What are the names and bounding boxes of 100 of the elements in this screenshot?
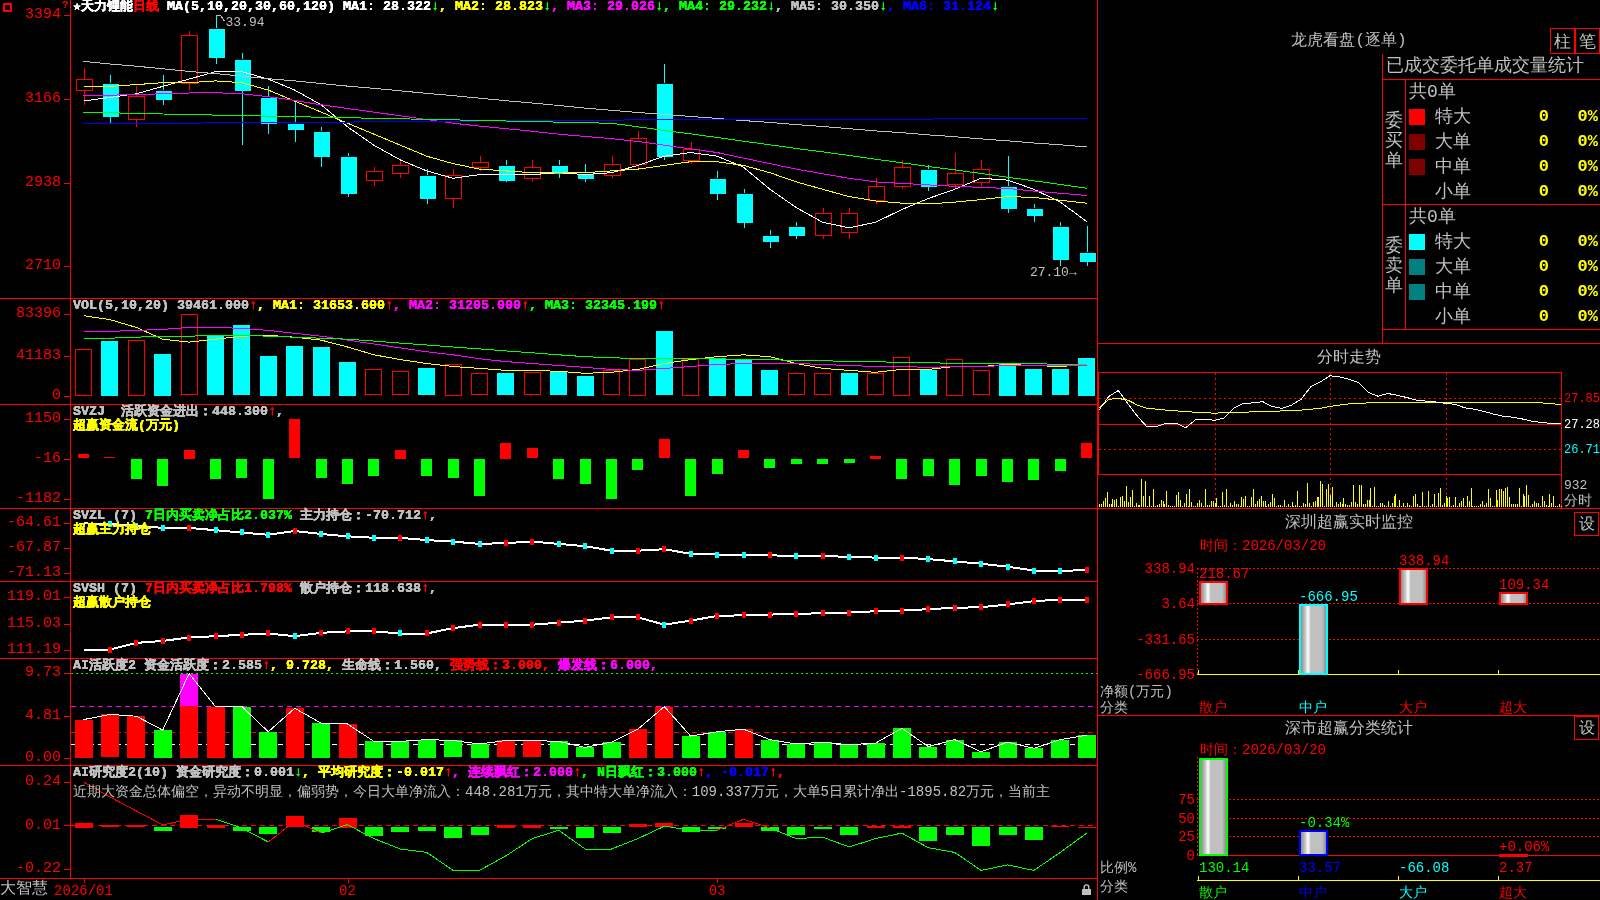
candlestick [128, 85, 145, 128]
order-type: 特大 [1435, 231, 1471, 252]
category-label: 大户 [1399, 885, 1427, 900]
order-percent: 0% [1577, 256, 1598, 277]
candlestick [630, 130, 647, 170]
candlestick [472, 155, 489, 172]
candlestick [524, 159, 541, 183]
order-total: 共0单 [1409, 207, 1456, 227]
candlestick [577, 163, 594, 183]
order-percent: 0% [1577, 231, 1598, 252]
order-count: 0 [1538, 306, 1549, 327]
value-label: 109.34 [1499, 577, 1550, 594]
indicator-legend: 超赢资金流(万元) [73, 419, 180, 433]
leader-line [216, 14, 225, 22]
axis-label: 41183 [16, 347, 61, 364]
change-label: +0.06% [1499, 838, 1550, 855]
axis-label: -64.61 [7, 515, 61, 532]
candlestick [709, 170, 726, 201]
candlestick [920, 164, 937, 192]
indicator-legend: AI活跃度2 资金活跃度：2.585↑, 9.728, 生命线：1.560, 强势线：3.000, 爆发线：6.000, [73, 659, 658, 673]
axis-label: 0.01 [25, 817, 61, 834]
order-type: 小单 [1435, 306, 1471, 327]
mode-button[interactable]: 笔 [1575, 28, 1600, 54]
axis-label: -67.87 [7, 540, 61, 557]
time-label: 时间：2026/03/20 [1200, 538, 1326, 554]
category-label: 超大 [1499, 885, 1527, 900]
table-title: 已成交委托单成交量统计 [1386, 56, 1584, 76]
candlestick [76, 67, 93, 106]
axis-label: 75 [1178, 792, 1195, 808]
order-count: 0 [1538, 156, 1549, 177]
candlestick [260, 85, 277, 135]
amount-label: 2.37 [1499, 860, 1533, 876]
analysis-text: 近期大资金总体偏空，异动不明显，偏弱势，今日大单净流入：448.281万元，其中特大单净流入：109.337万元，大单5日累计净出-1895.82万元，当前主 [73, 784, 1051, 800]
amount-label: 33.57 [1299, 860, 1341, 876]
question-mark: ? [62, 0, 69, 11]
amount-label: -66.08 [1399, 860, 1450, 876]
candlestick [762, 229, 779, 249]
candlestick [1079, 225, 1096, 267]
candlestick [683, 141, 700, 165]
candlestick [498, 159, 515, 183]
axis-caption: 分时 [1564, 493, 1592, 508]
candlestick [947, 152, 964, 190]
candlestick [551, 159, 568, 179]
order-count: 0 [1538, 181, 1549, 202]
panel-title: 深圳超赢实时监控 [1285, 513, 1413, 533]
lock-icon [1082, 884, 1091, 895]
candlestick [392, 159, 409, 179]
change-label: -0.34% [1299, 814, 1350, 831]
candlestick [287, 100, 304, 143]
axis-label: 83396 [16, 306, 61, 323]
candlestick [841, 207, 858, 240]
value-label: 338.94 [1399, 553, 1450, 569]
axis-label: -16 [34, 451, 61, 468]
axis-label: 0 [52, 387, 61, 404]
axis-label: 4.81 [25, 708, 61, 725]
settings-button[interactable]: 设 [1574, 512, 1599, 536]
axis-label: 932 [1564, 478, 1588, 493]
axis-label: 26.71 [1564, 443, 1600, 458]
axis-label: 3394 [25, 7, 61, 24]
axis-label: -0.22 [16, 861, 61, 878]
axis-label: 1150 [25, 411, 61, 428]
candlestick [788, 221, 805, 240]
candlestick [445, 168, 462, 209]
group-label: 委卖单 [1385, 237, 1403, 297]
order-count: 0 [1538, 281, 1549, 302]
axis-label: 2710 [25, 258, 61, 275]
order-type: 中单 [1435, 281, 1471, 302]
axis-label: 111.19 [7, 641, 61, 658]
order-percent: 0% [1577, 156, 1598, 177]
axis-title: 分类 [1100, 879, 1128, 895]
mode-button[interactable]: 柱 [1550, 28, 1575, 54]
settings-button[interactable]: 设 [1574, 716, 1599, 740]
axis-label: 115.03 [7, 615, 61, 632]
category-label: 散户 [1199, 885, 1227, 900]
group-label: 委买单 [1385, 112, 1403, 172]
axis-label: 27.85 [1564, 392, 1600, 407]
candlestick [1052, 221, 1069, 267]
order-percent: 0% [1577, 131, 1598, 152]
candlestick [366, 166, 383, 187]
date-label: 02 [339, 883, 356, 899]
order-percent: 0% [1577, 306, 1598, 327]
candlestick [736, 188, 753, 229]
order-type: 大单 [1435, 256, 1471, 277]
order-count: 0 [1538, 131, 1549, 152]
axis-label: 119.01 [7, 589, 61, 605]
panel-title: 深市超赢分类统计 [1285, 719, 1413, 739]
candlestick [181, 30, 198, 91]
candlestick [1000, 155, 1017, 214]
square-icon [3, 3, 12, 12]
order-count: 0 [1538, 256, 1549, 277]
category-label: 超大 [1499, 700, 1527, 715]
candlestick [894, 159, 911, 190]
category-label: 大户 [1399, 700, 1427, 715]
axis-label: 3166 [25, 90, 61, 107]
axis-label: -666.95 [1136, 667, 1195, 683]
candlestick [868, 177, 885, 205]
axis-label: 2938 [25, 174, 61, 191]
category-label: 中户 [1299, 885, 1327, 900]
time-label: 时间：2026/03/20 [1200, 742, 1326, 758]
order-count: 0 [1538, 231, 1549, 252]
